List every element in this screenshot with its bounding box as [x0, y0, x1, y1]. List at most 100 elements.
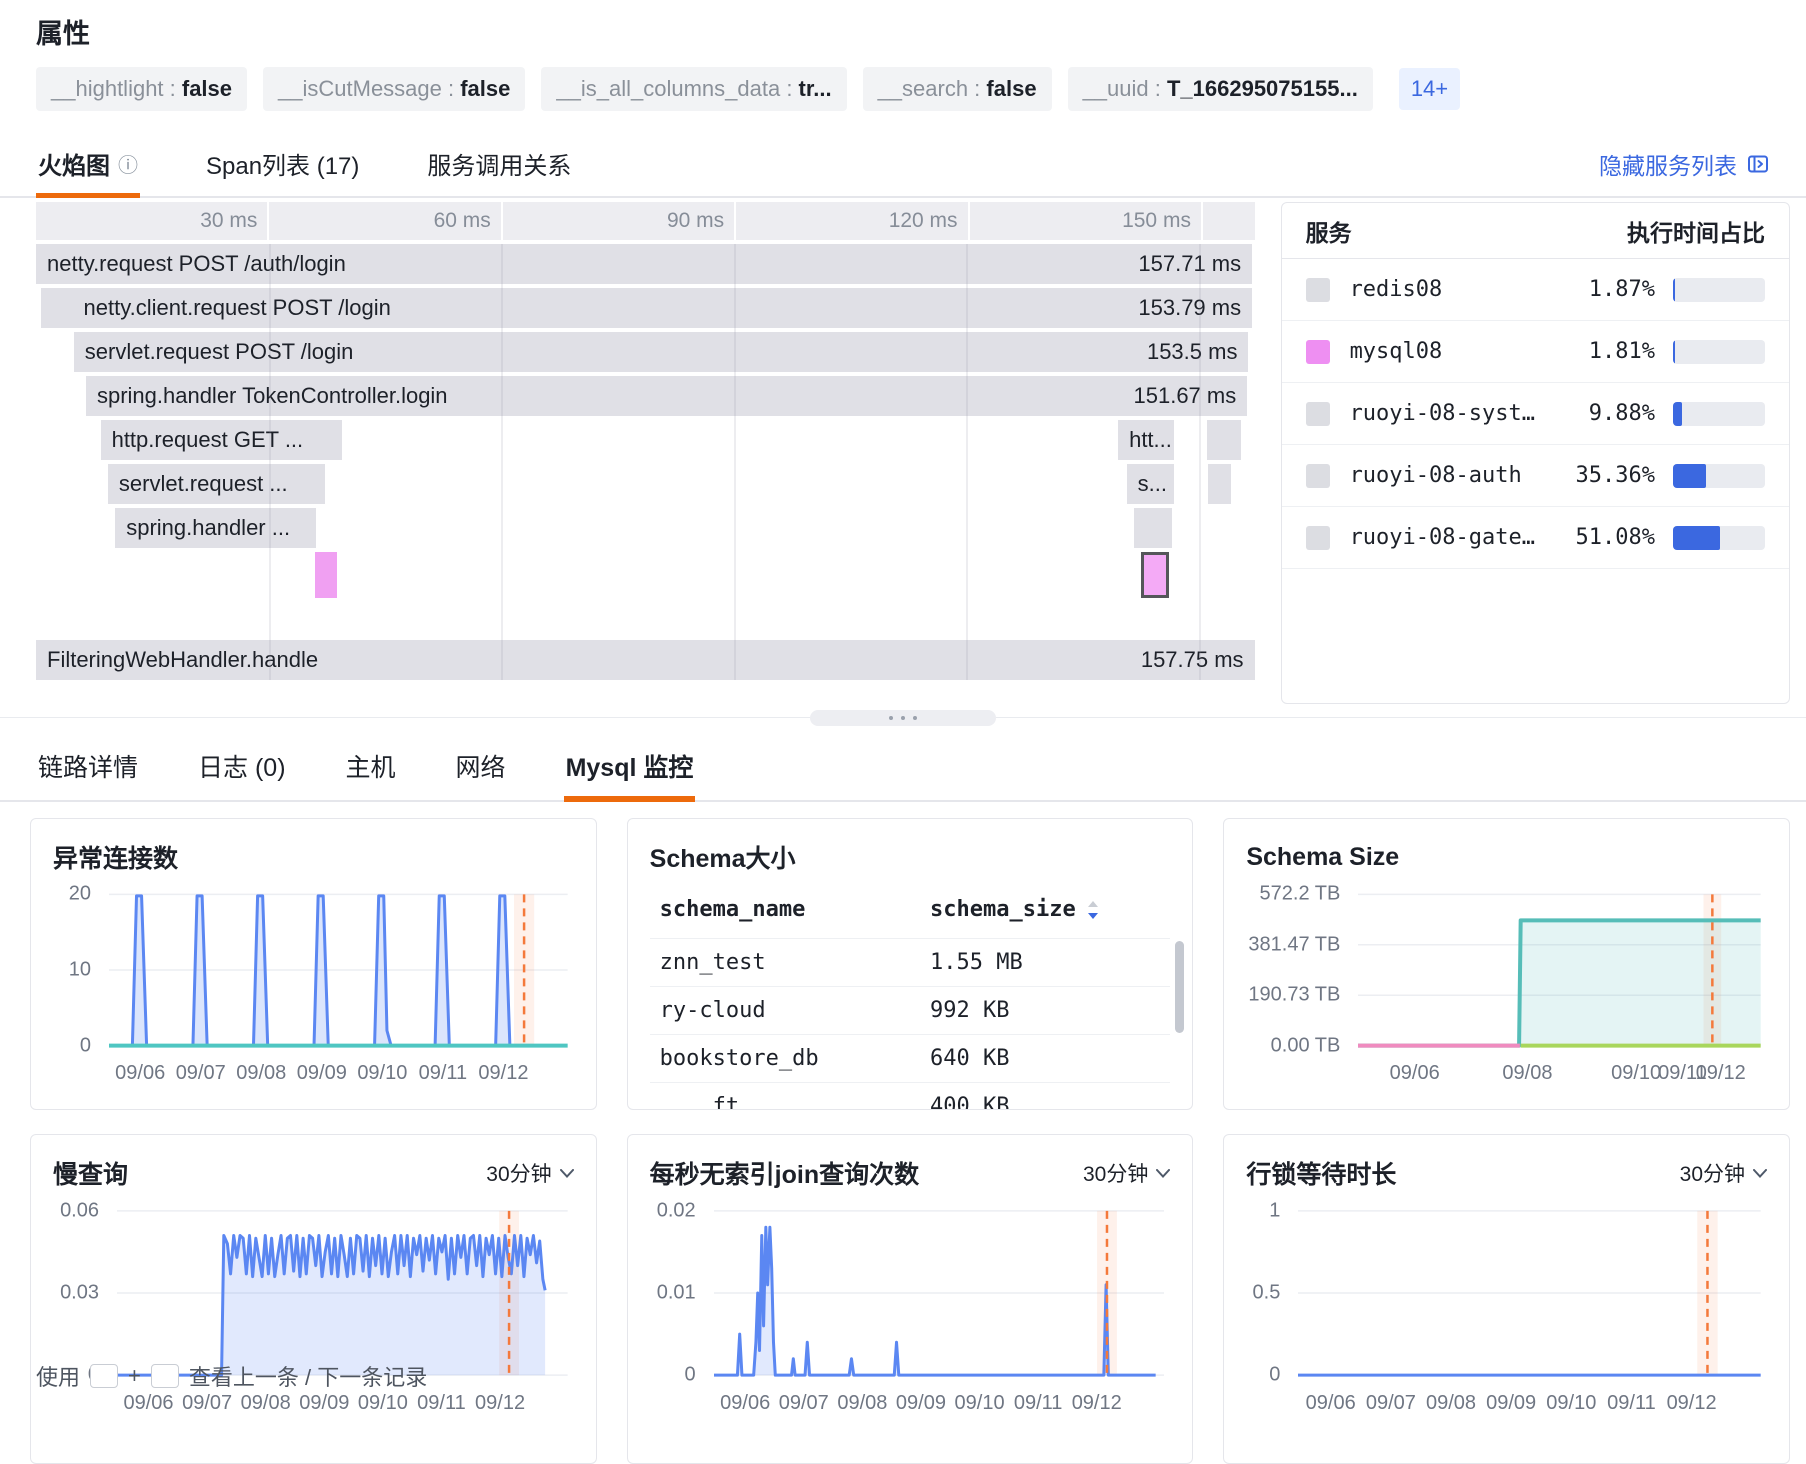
chevron-down-icon: [1753, 1169, 1767, 1178]
key-icon: [90, 1364, 118, 1388]
trace-tab[interactable]: 服务调用关系: [425, 131, 573, 196]
flame-span[interactable]: netty.request POST /auth/login157.71 ms: [36, 244, 1252, 284]
schema-name-column-header[interactable]: schema_name: [660, 897, 930, 922]
span-label: servlet.request ...: [119, 471, 288, 497]
flame-span[interactable]: s...: [1127, 464, 1175, 504]
x-tick-label: 09/12: [1072, 1392, 1122, 1415]
x-tick-label: 09/10: [1611, 1062, 1661, 1085]
schema-size-cell: 640 KB: [930, 1046, 1160, 1071]
x-tick-label: 09/10: [358, 1392, 408, 1415]
axis-tick: 30 ms: [36, 202, 267, 240]
flame-row: spring.handler ...: [36, 508, 1255, 548]
table-row[interactable]: bookstore_db640 KB: [650, 1034, 1171, 1082]
table-row[interactable]: ft400 KB: [650, 1082, 1171, 1110]
table-scrollbar[interactable]: [1175, 941, 1184, 1033]
chart-plot-area: [714, 1205, 1165, 1381]
detail-tab[interactable]: 主机: [344, 732, 398, 800]
join-query-chart: 00.010.0209/0609/0709/0809/0909/1009/110…: [650, 1201, 1171, 1415]
time-range-dropdown[interactable]: 30分钟: [1083, 1158, 1170, 1188]
y-tick-label: 20: [69, 883, 91, 906]
attribute-chip[interactable]: __isCutMessage : false: [263, 67, 525, 111]
service-row[interactable]: ruoyi-08-auth35.36%: [1282, 445, 1789, 507]
schema-name-cell: znn_test: [660, 950, 930, 975]
detail-tab[interactable]: 日志 (0): [196, 732, 288, 800]
flame-row: [36, 602, 1255, 636]
attribute-value: false: [182, 76, 232, 101]
x-tick-label: 09/08: [1502, 1062, 1552, 1085]
service-row[interactable]: redis081.87%: [1282, 259, 1789, 321]
flame-row: FilteringWebHandler.handle157.75 ms: [36, 640, 1255, 680]
series-no-index-joins: [714, 1227, 1156, 1375]
flame-span[interactable]: servlet.request ...: [108, 464, 325, 504]
flame-span[interactable]: [1208, 464, 1231, 504]
info-icon[interactable]: ⓘ: [118, 149, 138, 178]
flame-row: servlet.request POST /login 153.5 ms: [36, 332, 1255, 372]
abnormal-connections-card: 异常连接数 0102009/0609/0709/0809/0909/1009/1…: [30, 818, 597, 1110]
time-range-dropdown[interactable]: 30分钟: [486, 1158, 573, 1188]
service-row[interactable]: ruoyi-08-syst…9.88%: [1282, 383, 1789, 445]
y-axis-labels: 00.030.06: [53, 1205, 109, 1381]
service-percent-bar: [1673, 278, 1765, 302]
x-tick-label: 09/09: [1486, 1392, 1536, 1415]
hide-services-link[interactable]: 隐藏服务列表: [1599, 147, 1770, 181]
span-duration: 153.5 ms: [1147, 339, 1238, 365]
splitter-dot: [889, 716, 893, 720]
y-tick-label: 0.03: [60, 1282, 99, 1305]
splitter-handle[interactable]: [810, 710, 996, 726]
detail-tab[interactable]: 链路详情: [36, 732, 140, 800]
service-percent-fill: [1673, 402, 1682, 426]
span-label: netty.request POST /auth/login: [47, 251, 346, 277]
flame-span[interactable]: [1141, 552, 1169, 598]
keyboard-hint: 使用 + 查看上一条 / 下一条记录: [36, 1360, 427, 1392]
attribute-key: __isCutMessage :: [278, 76, 460, 101]
detail-tab[interactable]: Mysql 监控: [564, 732, 696, 800]
flame-span[interactable]: [1134, 508, 1172, 548]
trace-tab[interactable]: 火焰图ⓘ: [36, 131, 140, 196]
service-name: redis08: [1350, 277, 1535, 302]
service-row[interactable]: mysql081.81%: [1282, 321, 1789, 383]
flame-span[interactable]: [1207, 420, 1241, 460]
x-tick-label: 09/08: [1426, 1392, 1476, 1415]
schema-size-column-header[interactable]: schema_size: [930, 897, 1160, 922]
flame-span[interactable]: spring.handler TokenController.login151.…: [86, 376, 1247, 416]
row-lock-chart: 00.5109/0609/0709/0809/0909/1009/1109/12: [1246, 1201, 1767, 1415]
attribute-chip[interactable]: __uuid : T_166295075155...: [1068, 67, 1373, 111]
x-axis-labels: 09/0609/0709/0809/0909/1009/1109/12: [109, 1057, 568, 1085]
card-title: Schema大小: [650, 839, 796, 875]
chevron-down-icon: [1156, 1169, 1170, 1178]
y-axis-labels: 0.00 TB190.73 TB381.47 TB572.2 TB: [1246, 889, 1350, 1051]
service-list-panel: 服务 执行时间占比 redis081.87%mysql081.81%ruoyi-…: [1281, 202, 1790, 704]
span-label: servlet.request POST /login: [85, 339, 354, 365]
flame-span[interactable]: FilteringWebHandler.handle157.75 ms: [36, 640, 1255, 680]
sort-icon[interactable]: [1086, 899, 1100, 921]
flame-span[interactable]: netty.client.request POST /login153.79 m…: [73, 288, 1253, 328]
span-label: s...: [1138, 471, 1167, 497]
span-label: FilteringWebHandler.handle: [47, 647, 318, 673]
flame-span[interactable]: [315, 552, 337, 598]
time-range-dropdown[interactable]: 30分钟: [1680, 1158, 1767, 1188]
flame-span[interactable]: http.request GET ...: [101, 420, 342, 460]
schema-size-cell: 992 KB: [930, 998, 1160, 1023]
attribute-value: false: [986, 76, 1036, 101]
detail-tab-bar: 链路详情日志 (0) 主机网络 Mysql 监控: [0, 732, 1806, 802]
attribute-value: T_166295075155...: [1167, 76, 1358, 101]
axis-filler: [1203, 202, 1255, 240]
y-tick-label: 0.01: [657, 1282, 696, 1305]
trace-tab[interactable]: Span列表 (17): [204, 131, 361, 196]
attribute-chip[interactable]: __hightlight : false: [36, 67, 247, 111]
flame-span[interactable]: spring.handler ...: [115, 508, 316, 548]
y-axis-labels: 00.51: [1246, 1205, 1290, 1381]
flame-row: http.request GET ... htt...: [36, 420, 1255, 460]
attribute-chip[interactable]: __is_all_columns_data : tr...: [541, 67, 846, 111]
card-title: 慢查询: [53, 1155, 128, 1191]
table-row[interactable]: znn_test1.55 MB: [650, 938, 1171, 986]
attribute-chips: __hightlight : false __isCutMessage : fal…: [36, 67, 1770, 111]
attribute-chip[interactable]: __search : false: [863, 67, 1052, 111]
table-row[interactable]: ry-cloud992 KB: [650, 986, 1171, 1034]
service-row[interactable]: ruoyi-08-gate…51.08%: [1282, 507, 1789, 569]
flame-span[interactable]: htt...: [1118, 420, 1174, 460]
more-attributes-badge[interactable]: 14+: [1399, 68, 1460, 110]
service-color-swatch: [1306, 464, 1330, 488]
detail-tab[interactable]: 网络: [454, 732, 508, 800]
flame-span[interactable]: servlet.request POST /login 153.5 ms: [74, 332, 1249, 372]
